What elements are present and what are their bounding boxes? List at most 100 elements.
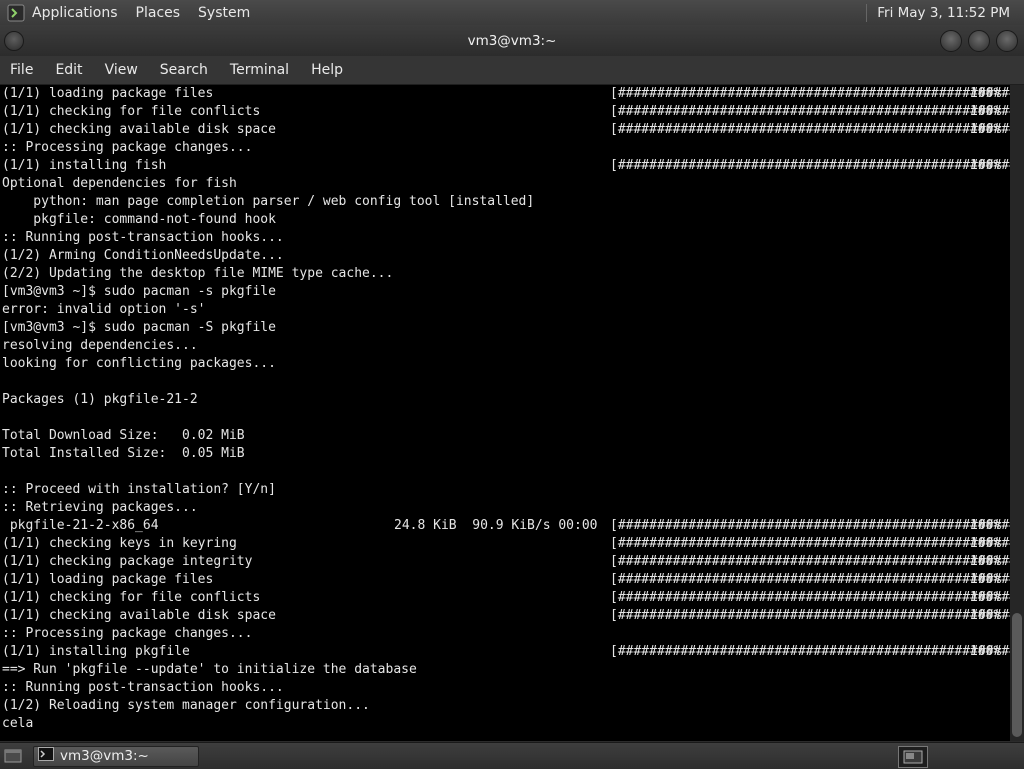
terminal-line: (1/2) Reloading system manager configura…: [0, 697, 1010, 715]
menu-terminal[interactable]: Terminal: [220, 62, 299, 78]
terminal-line: cela: [0, 715, 1010, 733]
progress-bar-text: [#######################################…: [610, 536, 1010, 551]
terminal-line: (1/1) loading package files [############…: [0, 571, 1010, 589]
progress-bar-text: [#######################################…: [610, 104, 1010, 119]
workspace-icon[interactable]: [898, 746, 928, 768]
terminal-line: Optional dependencies for fish: [0, 175, 1010, 193]
terminal-line-text: (1/1) checking available disk space: [2, 608, 276, 623]
panel-separator: [866, 3, 868, 22]
progress-percent: 100%: [970, 644, 1002, 659]
terminal-line-text: :: Proceed with installation? [Y/n]: [2, 482, 276, 497]
progress-percent: 100%: [970, 572, 1002, 587]
progress-bar-text: [#######################################…: [610, 554, 1010, 569]
close-icon[interactable]: [996, 30, 1018, 52]
top-panel: Applications Places System Fri May 3, 11…: [0, 0, 1024, 26]
terminal-line: (1/1) checking available disk space [####…: [0, 607, 1010, 625]
terminal-line: (1/1) checking package integrity [#######…: [0, 553, 1010, 571]
terminal-line-text: Optional dependencies for fish: [2, 176, 237, 191]
terminal-line-text: (1/2) Reloading system manager configura…: [2, 698, 370, 713]
terminal-line: pkgfile-21-2-x86_64 24.8 KiB 90.9 KiB/s 0…: [0, 517, 1010, 535]
terminal-line-text: :: Processing package changes...: [2, 626, 253, 641]
terminal-line-text: ==> Run 'pkgfile --update' to initialize…: [2, 662, 417, 677]
progress-percent: 100%: [970, 536, 1002, 551]
terminal-line: (2/2) Updating the desktop file MIME typ…: [0, 265, 1010, 283]
terminal-line-text: looking for conflicting packages...: [2, 356, 276, 371]
terminal-app-icon[interactable]: [6, 3, 26, 23]
clock[interactable]: Fri May 3, 11:52 PM: [877, 5, 1010, 21]
terminal-line-text: (1/1) loading package files: [2, 572, 214, 587]
terminal-line: (1/2) Arming ConditionNeedsUpdate...: [0, 247, 1010, 265]
menu-file[interactable]: File: [0, 62, 43, 78]
progress-percent: 100%: [970, 518, 1002, 533]
progress-bar-text: [#######################################…: [610, 644, 1010, 659]
minimize-icon[interactable]: [940, 30, 962, 52]
terminal-line: (1/1) checking available disk space [####…: [0, 121, 1010, 139]
progress-percent: 100%: [970, 122, 1002, 137]
menu-view[interactable]: View: [95, 62, 148, 78]
progress-percent: 100%: [970, 608, 1002, 623]
terminal-output[interactable]: (1/1) loading package files [############…: [0, 85, 1010, 741]
terminal-scrollbar[interactable]: [1010, 85, 1024, 741]
progress-bar-text: [#######################################…: [610, 86, 1010, 101]
progress-bar-text: [#######################################…: [610, 158, 1010, 173]
progress-percent: 100%: [970, 86, 1002, 101]
terminal-line-text: (1/1) checking package integrity: [2, 554, 253, 569]
progress-bar-text: [#######################################…: [610, 608, 1010, 623]
terminal-line-text: Packages (1) pkgfile-21-2: [2, 392, 198, 407]
terminal-line: :: Processing package changes...: [0, 139, 1010, 157]
terminal-line-text: (1/1) installing fish: [2, 158, 167, 173]
terminal-line: (1/1) installing fish [##################…: [0, 157, 1010, 175]
terminal-line: python: man page completion parser / web…: [0, 193, 1010, 211]
terminal-line: [vm3@vm3 ~]$ sudo pacman -S pkgfile: [0, 319, 1010, 337]
taskbar-terminal-label: vm3@vm3:~: [60, 748, 149, 764]
taskbar-terminal-button[interactable]: vm3@vm3:~: [33, 745, 199, 767]
terminal-icon: [38, 747, 54, 765]
terminal-line: (1/1) checking for file conflicts [######…: [0, 103, 1010, 121]
terminal-line: (1/1) checking keys in keyring [#########…: [0, 535, 1010, 553]
menu-search[interactable]: Search: [150, 62, 218, 78]
terminal-line: :: Proceed with installation? [Y/n]: [0, 481, 1010, 499]
terminal-line-text: pkgfile: command-not-found hook: [2, 212, 276, 227]
terminal-line: Total Installed Size: 0.05 MiB: [0, 445, 1010, 463]
progress-percent: 100%: [970, 104, 1002, 119]
terminal-line-text: (1/1) checking for file conflicts: [2, 590, 261, 605]
scrollbar-thumb[interactable]: [1012, 613, 1022, 737]
terminal-line-text: [vm3@vm3 ~]$ sudo pacman -S pkgfile: [2, 320, 276, 335]
window-menu-icon[interactable]: [4, 31, 24, 51]
places-menu[interactable]: Places: [136, 5, 181, 21]
terminal-line-text: :: Running post-transaction hooks...: [2, 680, 284, 695]
terminal-line-text: :: Processing package changes...: [2, 140, 253, 155]
window-titlebar[interactable]: vm3@vm3:~: [0, 25, 1024, 56]
terminal-line-text: python: man page completion parser / web…: [2, 194, 535, 209]
maximize-icon[interactable]: [968, 30, 990, 52]
terminal-line: (1/1) loading package files [############…: [0, 85, 1010, 103]
progress-bar-text: [#######################################…: [610, 518, 1010, 533]
terminal-line-text: pkgfile-21-2-x86_64: [2, 518, 159, 533]
terminal-line: :: Processing package changes...: [0, 625, 1010, 643]
terminal-line-text: Total Installed Size: 0.05 MiB: [2, 446, 245, 461]
system-menu[interactable]: System: [198, 5, 250, 21]
terminal-line-text: Total Download Size: 0.02 MiB: [2, 428, 245, 443]
progress-bar-text: [#######################################…: [610, 590, 1010, 605]
terminal-line: :: Retrieving packages...: [0, 499, 1010, 517]
show-desktop-icon[interactable]: [3, 747, 23, 765]
terminal-line-text: (1/2) Arming ConditionNeedsUpdate...: [2, 248, 284, 263]
bottom-panel: vm3@vm3:~: [0, 742, 1024, 769]
terminal-line-text: (1/1) checking available disk space: [2, 122, 276, 137]
download-stats: 24.8 KiB 90.9 KiB/s 00:00: [394, 518, 598, 533]
terminal-line: resolving dependencies...: [0, 337, 1010, 355]
progress-percent: 100%: [970, 554, 1002, 569]
menu-help[interactable]: Help: [301, 62, 353, 78]
window-controls: [940, 30, 1018, 52]
applications-menu[interactable]: Applications: [32, 5, 118, 21]
terminal-line-text: (2/2) Updating the desktop file MIME typ…: [2, 266, 394, 281]
terminal-line-text: cela: [2, 716, 34, 731]
menu-edit[interactable]: Edit: [45, 62, 92, 78]
progress-percent: 100%: [970, 590, 1002, 605]
terminal-line: Packages (1) pkgfile-21-2: [0, 391, 1010, 409]
terminal-line: Total Download Size: 0.02 MiB: [0, 427, 1010, 445]
terminal-line-text: error: invalid option '-s': [2, 302, 206, 317]
terminal-line: [vm3@vm3 ~]$ sudo pacman -s pkgfile: [0, 283, 1010, 301]
